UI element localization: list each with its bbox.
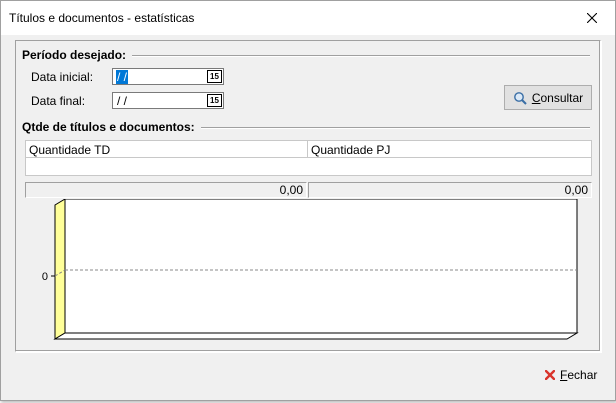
data-final-input[interactable]: / / 15 xyxy=(112,92,224,109)
chart-back-wall xyxy=(64,199,578,334)
dialog-window: Títulos e documentos - estatísticas Perí… xyxy=(0,0,616,401)
chart-side-wall xyxy=(54,199,66,340)
chart-floor xyxy=(53,332,579,340)
consultar-button[interactable]: Consultar xyxy=(504,85,592,110)
column-separator xyxy=(307,141,308,157)
title-bar: Títulos e documentos - estatísticas xyxy=(1,1,615,35)
periodo-group-label: Período desejado: xyxy=(22,48,133,62)
close-button[interactable] xyxy=(569,1,615,35)
column-header-pj: Quantidade PJ xyxy=(311,143,391,157)
search-icon xyxy=(513,91,527,105)
y-tick-label-0: 0 xyxy=(42,271,48,283)
total-pj: 0,00 xyxy=(308,182,592,198)
data-inicial-label: Data inicial: xyxy=(31,70,94,84)
statistics-chart: 0 xyxy=(42,199,579,340)
calendar-icon-text: 15 xyxy=(210,96,219,105)
data-inicial-input[interactable]: / / 15 xyxy=(112,68,224,85)
data-inicial-value: / / xyxy=(116,70,129,84)
data-final-calendar-icon[interactable]: 15 xyxy=(207,94,222,107)
data-final-value: / / xyxy=(117,94,128,108)
dialog-content: Período desejado: Data inicial: / / 15 D… xyxy=(1,35,615,400)
table-header: Quantidade TD Quantidade PJ xyxy=(25,140,592,158)
window-title: Títulos e documentos - estatísticas xyxy=(9,11,195,25)
fechar-button[interactable]: Fechar xyxy=(545,368,597,382)
data-final-label: Data final: xyxy=(31,94,86,108)
close-icon xyxy=(545,370,555,380)
qtde-group-label: Qtde de títulos e documentos: xyxy=(22,120,201,134)
calendar-icon-text: 15 xyxy=(210,72,219,81)
fechar-label: Fechar xyxy=(560,368,598,382)
data-inicial-calendar-icon[interactable]: 15 xyxy=(207,70,222,83)
consultar-label: Consultar xyxy=(531,90,584,105)
column-header-td: Quantidade TD xyxy=(29,143,111,157)
close-icon xyxy=(587,13,597,23)
total-td: 0,00 xyxy=(25,182,307,198)
table-body[interactable] xyxy=(25,158,592,176)
